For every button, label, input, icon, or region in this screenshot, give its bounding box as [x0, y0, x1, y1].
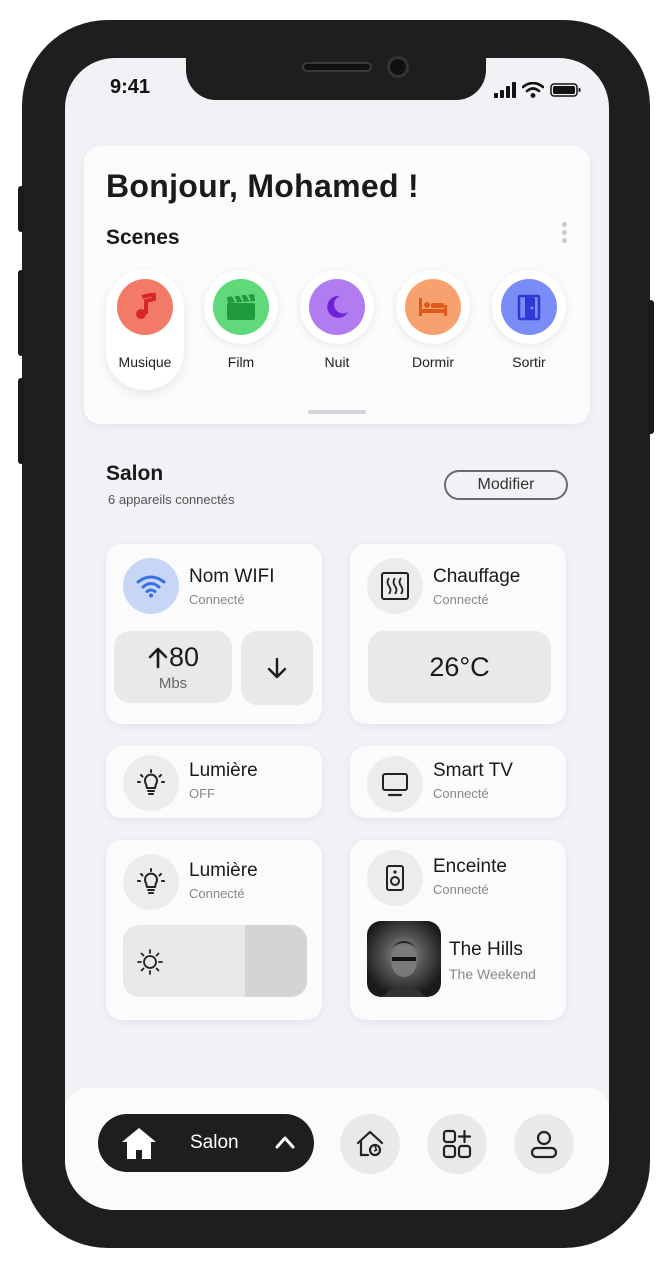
light2-name: Lumière [189, 860, 258, 881]
heating-status: Connecté [433, 592, 489, 607]
scene-sortir[interactable]: Sortir [490, 270, 568, 370]
more-options-icon[interactable] [560, 222, 568, 246]
scenes-heading: Scenes [106, 226, 180, 249]
tv-icon [367, 756, 423, 812]
scene-musique[interactable]: Musique [106, 270, 184, 390]
upload-speed-unit: Mbs [158, 675, 188, 692]
track-title: The Hills [449, 939, 523, 960]
chevron-up-icon [275, 1136, 295, 1149]
wifi-status: Connecté [189, 592, 245, 607]
scene-film[interactable]: Film [202, 270, 280, 370]
sun-icon [137, 949, 163, 975]
greeting-title: Bonjour, Mohamed ! [106, 168, 419, 204]
tv-status: Connecté [433, 786, 489, 801]
brightness-slider-thumb[interactable] [245, 925, 307, 997]
add-widget-icon [442, 1129, 472, 1159]
moon-icon [309, 279, 365, 335]
devices-nav-button[interactable] [427, 1114, 487, 1174]
status-time: 9:41 [110, 76, 151, 98]
status-icons [494, 80, 582, 100]
light-bulb-icon [123, 854, 179, 910]
scene-label: Sortir [512, 354, 546, 370]
arrow-up-icon [148, 647, 168, 668]
scene-label: Dormir [412, 354, 454, 370]
light2-status: Connecté [189, 886, 245, 901]
speaker-name: Enceinte [433, 856, 507, 877]
brightness-slider[interactable] [123, 925, 307, 997]
track-artist: The Weekend [449, 966, 536, 982]
front-camera [387, 56, 409, 78]
room-subtitle: 6 appareils connectés [108, 492, 235, 507]
light-bulb-icon [123, 755, 179, 811]
earpiece [302, 62, 372, 72]
home-icon [122, 1128, 156, 1159]
scene-label: Film [227, 354, 255, 370]
home-settings-icon [356, 1130, 384, 1157]
volume-up-button [18, 270, 24, 356]
battery-icon [550, 83, 581, 97]
download-toggle-button[interactable] [241, 631, 313, 705]
door-icon [501, 279, 557, 335]
scene-dormir[interactable]: Dormir [394, 270, 472, 370]
upload-speed-value: 80 [168, 642, 200, 672]
bed-icon [405, 279, 461, 335]
upload-speed-tile: 80 Mbs [114, 631, 232, 703]
scenes-scroll-indicator[interactable] [308, 410, 366, 414]
album-art[interactable] [367, 921, 441, 997]
arrow-down-icon [267, 657, 287, 679]
smart-home-nav-button[interactable] [340, 1114, 400, 1174]
notch [186, 50, 486, 100]
heating-name: Chauffage [433, 566, 521, 587]
modify-button[interactable]: Modifier [444, 470, 568, 500]
temperature-display[interactable]: 26°C [368, 631, 551, 703]
light1-status: OFF [189, 786, 215, 801]
music-note-icon [117, 279, 173, 335]
wifi-status-icon [522, 82, 544, 98]
light1-name: Lumière [189, 760, 258, 781]
signal-icon [494, 82, 516, 98]
room-selector-button[interactable]: Salon [98, 1114, 314, 1172]
tv-name: Smart TV [433, 760, 513, 781]
speaker-status: Connecté [433, 882, 489, 897]
user-icon [530, 1130, 558, 1159]
wifi-icon [123, 558, 179, 614]
wifi-name: Nom WIFI [189, 566, 275, 587]
scene-nuit[interactable]: Nuit [298, 270, 376, 370]
power-button [648, 300, 654, 434]
room-title: Salon [106, 462, 164, 485]
current-room-label: Salon [190, 1132, 239, 1153]
volume-down-button [18, 378, 24, 464]
scene-label: Musique [118, 354, 172, 370]
heater-icon [367, 558, 423, 614]
scene-label: Nuit [324, 354, 350, 370]
profile-nav-button[interactable] [514, 1114, 574, 1174]
speaker-icon [367, 850, 423, 906]
mute-switch [18, 186, 24, 232]
clapperboard-icon [213, 279, 269, 335]
